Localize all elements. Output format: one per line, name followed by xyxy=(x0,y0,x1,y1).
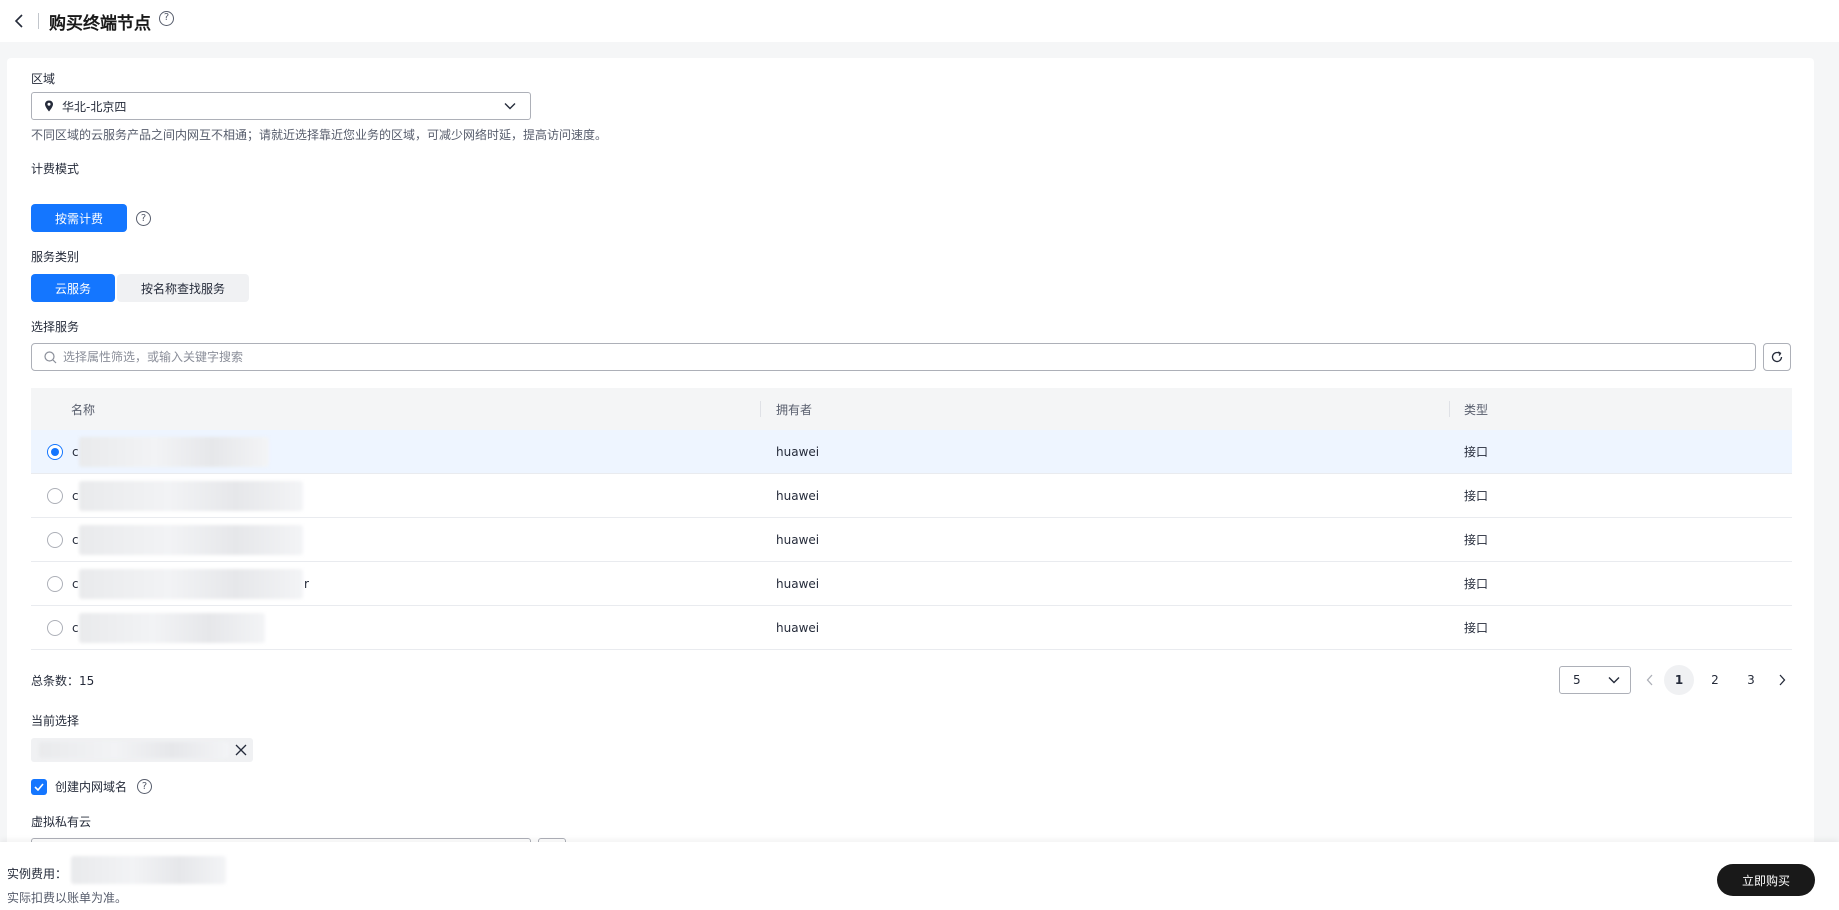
row-owner: huawei xyxy=(776,488,820,503)
fee-label: 实例费用： xyxy=(7,867,68,881)
search-icon xyxy=(44,350,57,364)
page-size-value: 5 xyxy=(1573,673,1581,687)
private-dns-label: 创建内网域名 xyxy=(55,780,128,794)
row-radio[interactable] xyxy=(47,619,63,636)
category-cloud-service-button[interactable]: 云服务 xyxy=(31,274,115,302)
region-hint: 不同区域的云服务产品之间内网互不相通；请就近选择靠近您业务的区域，可减少网络时延… xyxy=(31,128,608,142)
row-type: 接口 xyxy=(1464,533,1489,547)
row-type: 接口 xyxy=(1464,621,1489,635)
row-type: 接口 xyxy=(1464,445,1489,459)
page-1[interactable]: 1 xyxy=(1664,665,1694,695)
billing-on-demand-button[interactable]: 按需计费 xyxy=(31,204,127,232)
table-row[interactable]: c r huawei 接口 xyxy=(31,562,1792,606)
check-icon xyxy=(34,782,44,791)
table-header: 名称 拥有者 类型 xyxy=(31,388,1792,430)
chevron-down-icon xyxy=(1608,676,1620,684)
table-row[interactable]: c huawei 接口 xyxy=(31,430,1792,474)
chevron-down-icon xyxy=(504,102,516,110)
help-icon[interactable]: ? xyxy=(159,10,174,26)
billing-note: 实际扣费以账单为准。 xyxy=(7,891,128,905)
row-radio[interactable] xyxy=(47,443,63,460)
row-owner: huawei xyxy=(776,576,820,591)
table-row[interactable]: c huawei 接口 xyxy=(31,606,1792,650)
private-dns-option[interactable]: 创建内网域名 ? xyxy=(31,778,153,795)
row-owner: huawei xyxy=(776,444,820,459)
service-search-input[interactable] xyxy=(63,350,1663,364)
category-search-by-name-button[interactable]: 按名称查找服务 xyxy=(117,274,249,302)
row-name: c xyxy=(72,444,79,459)
redacted-selection xyxy=(39,742,229,758)
redacted-name xyxy=(79,437,269,467)
billing-option-label: 按需计费 xyxy=(54,211,103,226)
region-label: 区域 xyxy=(31,72,56,86)
category-option-label: 云服务 xyxy=(54,281,91,296)
title-divider xyxy=(38,13,39,29)
service-search-box[interactable] xyxy=(31,343,1756,371)
selected-service-tag xyxy=(31,738,253,762)
redacted-name xyxy=(79,613,265,643)
column-separator xyxy=(760,401,761,417)
close-icon[interactable] xyxy=(235,744,247,756)
category-option-label: 按名称查找服务 xyxy=(140,281,225,296)
row-name-tail: r xyxy=(304,576,309,591)
redacted-name xyxy=(79,481,303,511)
chevron-left-icon[interactable] xyxy=(1646,674,1654,686)
refresh-icon xyxy=(1770,350,1784,364)
select-service-label: 选择服务 xyxy=(31,320,80,334)
top-bar: 购买终端节点 ? xyxy=(0,0,1839,42)
current-selection-label: 当前选择 xyxy=(31,714,80,728)
redacted-name xyxy=(79,525,303,555)
page-2[interactable]: 2 xyxy=(1700,665,1730,695)
column-header-owner: 拥有者 xyxy=(776,402,813,417)
page-title: 购买终端节点 xyxy=(49,13,151,34)
billing-label: 计费模式 xyxy=(31,162,80,176)
vpc-label: 虚拟私有云 xyxy=(31,815,92,829)
row-name: c xyxy=(72,576,79,591)
region-value: 华北-北京四 xyxy=(62,99,127,114)
footer-bar: 实例费用： 实际扣费以账单为准。 立即购买 xyxy=(0,842,1839,910)
row-radio[interactable] xyxy=(47,531,63,548)
billing-help-icon[interactable]: ? xyxy=(136,211,151,226)
row-name: c xyxy=(72,620,79,635)
row-name: c xyxy=(72,488,79,503)
service-category-label: 服务类别 xyxy=(31,250,80,264)
refresh-button[interactable] xyxy=(1763,343,1791,371)
table-row[interactable]: c huawei 接口 xyxy=(31,474,1792,518)
row-radio[interactable] xyxy=(47,487,63,504)
page-3[interactable]: 3 xyxy=(1736,665,1766,695)
chevron-right-icon[interactable] xyxy=(1778,674,1786,686)
row-owner: huawei xyxy=(776,620,820,635)
location-pin-icon xyxy=(44,100,54,112)
redacted-name xyxy=(79,569,303,599)
total-count: 总条数：15 xyxy=(31,674,95,688)
back-arrow-icon[interactable] xyxy=(8,10,30,32)
column-header-name: 名称 xyxy=(71,402,96,417)
service-table: 名称 拥有者 类型 c huawei 接口 c huawei 接口 c huaw… xyxy=(31,388,1792,650)
row-name: c xyxy=(72,532,79,547)
table-row[interactable]: c huawei 接口 xyxy=(31,518,1792,562)
column-header-type: 类型 xyxy=(1464,402,1489,417)
buy-now-button[interactable]: 立即购买 xyxy=(1717,864,1815,896)
row-type: 接口 xyxy=(1464,489,1489,503)
region-select[interactable]: 华北-北京四 xyxy=(31,92,531,120)
row-radio[interactable] xyxy=(47,575,63,592)
private-dns-checkbox[interactable] xyxy=(31,778,47,795)
row-owner: huawei xyxy=(776,532,820,547)
private-dns-help-icon[interactable]: ? xyxy=(137,779,153,794)
row-type: 接口 xyxy=(1464,577,1489,591)
form-card: 区域 华北-北京四 不同区域的云服务产品之间内网互不相通；请就近选择靠近您业务的… xyxy=(7,58,1814,848)
redacted-fee xyxy=(71,856,226,884)
column-separator xyxy=(1449,401,1450,417)
page-size-select[interactable]: 5 xyxy=(1559,666,1631,694)
